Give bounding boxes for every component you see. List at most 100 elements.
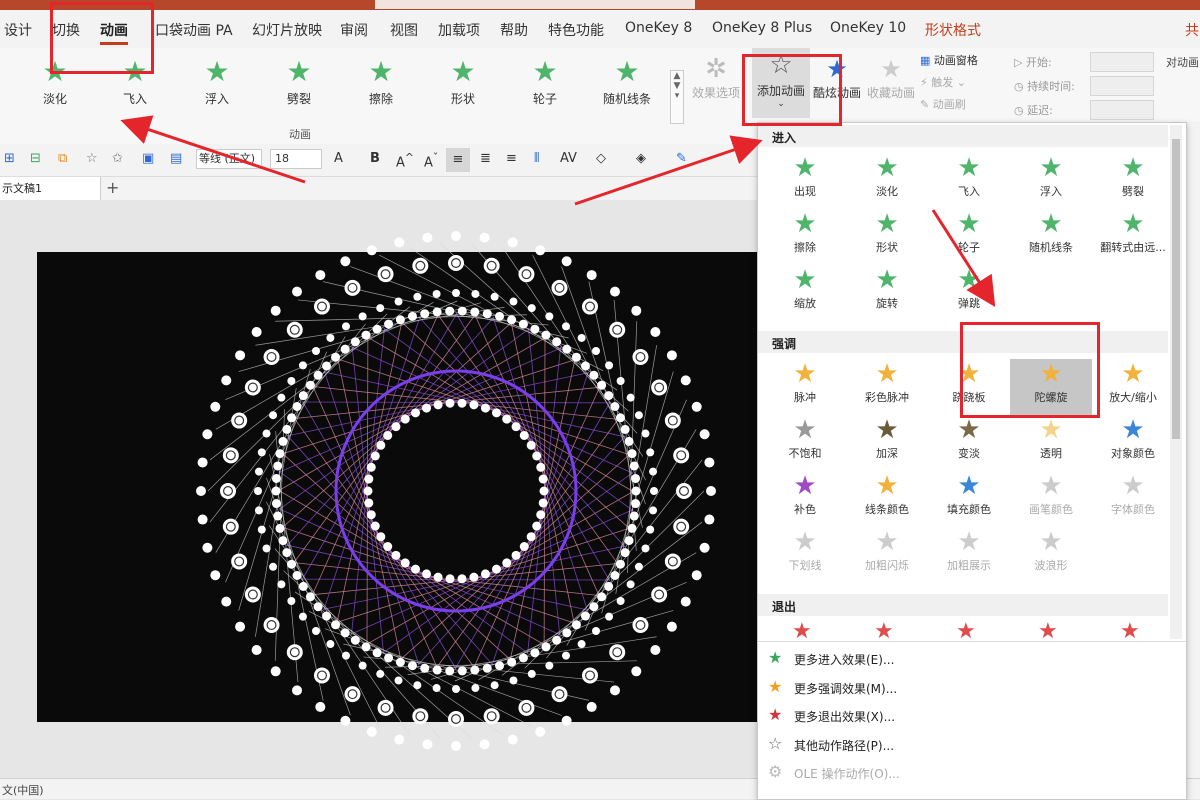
chart-icon[interactable]: ⊟ (30, 151, 41, 166)
tab-5[interactable]: 审阅 (340, 20, 368, 40)
effect-star-icon: ★ (793, 415, 817, 445)
exit-star-icon[interactable]: ★ (956, 619, 976, 639)
entrance-effect-6[interactable]: ★ 形状 (846, 209, 928, 265)
tab-13[interactable]: 形状格式 (925, 20, 981, 40)
emphasis-effect-9[interactable]: ★ 对象颜色 (1092, 415, 1174, 471)
tab-9[interactable]: 特色功能 (548, 20, 604, 40)
grow-font-icon[interactable]: A^ (396, 151, 414, 170)
emphasis-effect-12[interactable]: ★ 填充颜色 (928, 471, 1010, 527)
gallery-item-4[interactable]: ★ 擦除 (346, 56, 416, 107)
emphasis-effect-15[interactable]: ★ 下划线 (764, 527, 846, 583)
entrance-effect-4[interactable]: ★ 劈裂 (1092, 153, 1174, 209)
menu-item-3[interactable]: ☆ 其他动作路径(P)... (766, 731, 1166, 757)
exit-star-icon[interactable]: ★ (874, 619, 894, 639)
gallery-item-2[interactable]: ★ 浮入 (182, 56, 252, 107)
start-select[interactable] (1090, 52, 1154, 72)
emphasis-effect-17[interactable]: ★ 加粗展示 (928, 527, 1010, 583)
entrance-effect-10[interactable]: ★ 缩放 (764, 265, 846, 321)
tab-6[interactable]: 视图 (390, 20, 418, 40)
fill-bucket-icon[interactable]: ◈ (636, 151, 646, 166)
emphasis-effect-13[interactable]: ★ 画笔颜色 (1010, 471, 1092, 527)
tab-14[interactable]: 共 (1185, 20, 1199, 40)
shape-icon[interactable]: ⧉ (58, 151, 67, 166)
document-tab[interactable]: 示文稿1 (0, 177, 101, 200)
effect-label: 透明 (1040, 447, 1062, 460)
exit-star-icon[interactable]: ★ (792, 619, 812, 639)
emphasis-effect-18[interactable]: ★ 波浪形 (1010, 527, 1092, 583)
entrance-effect-3[interactable]: ★ 浮入 (1010, 153, 1092, 209)
entrance-effect-11[interactable]: ★ 旋转 (846, 265, 928, 321)
effect-options-button[interactable]: ✲ 效果选项 (688, 54, 744, 101)
text-box-icon[interactable]: ▣ (142, 151, 154, 166)
emphasis-effect-4[interactable]: ★ 放大/缩小 (1092, 359, 1174, 415)
emphasis-effect-6[interactable]: ★ 加深 (846, 415, 928, 471)
delay-input[interactable] (1090, 100, 1154, 120)
tab-11[interactable]: OneKey 8 Plus (712, 20, 812, 36)
star-outline-icon[interactable]: ☆ (86, 151, 98, 166)
font-family-select[interactable]: 等线 (正文) (196, 149, 262, 169)
font-size-select[interactable]: 18 (270, 149, 322, 169)
shape-style-icon[interactable]: ◇ (596, 151, 606, 166)
exit-star-icon[interactable]: ★ (1120, 619, 1140, 639)
bold-icon[interactable]: B (370, 151, 380, 166)
duration-input[interactable] (1090, 76, 1154, 96)
spirograph-artwork[interactable] (190, 225, 722, 757)
emphasis-effect-7[interactable]: ★ 变淡 (928, 415, 1010, 471)
layout-icon[interactable]: ⊞ (4, 151, 15, 166)
entrance-effect-9[interactable]: ★ 翻转式由远... (1092, 209, 1174, 265)
gallery-item-6[interactable]: ★ 轮子 (510, 56, 580, 107)
gallery-item-7[interactable]: ★ 随机线条 (592, 56, 662, 107)
gallery-item-5[interactable]: ★ 形状 (428, 56, 498, 107)
tab-3[interactable]: 口袋动画 PA (155, 20, 233, 40)
emphasis-effect-0[interactable]: ★ 脉冲 (764, 359, 846, 415)
collect-animation-button[interactable]: ★ 收藏动画 (866, 54, 916, 101)
font-color-icon[interactable]: A (334, 151, 343, 166)
emphasis-effect-1[interactable]: ★ 彩色脉冲 (846, 359, 928, 415)
effect-label: 彩色脉冲 (865, 391, 909, 404)
emphasis-title: 强调 (772, 337, 797, 351)
emphasis-effect-11[interactable]: ★ 线条颜色 (846, 471, 928, 527)
dropdown-scrollbar[interactable] (1170, 125, 1182, 639)
trigger-button[interactable]: ⚡ 触发 ⌄ (920, 74, 966, 90)
animation-pane-button[interactable]: ▦ 动画窗格 (920, 52, 978, 68)
add-tab-icon[interactable]: + (106, 178, 119, 197)
tab-12[interactable]: OneKey 10 (830, 20, 906, 36)
emphasis-effect-8[interactable]: ★ 透明 (1010, 415, 1092, 471)
menu-item-2[interactable]: ★ 更多退出效果(X)... (766, 702, 1166, 728)
emphasis-effect-14[interactable]: ★ 字体颜色 (1092, 471, 1174, 527)
emphasis-effect-5[interactable]: ★ 不饱和 (764, 415, 846, 471)
animation-brush-button[interactable]: ✎ 动画刷 (920, 96, 966, 112)
menu-item-4[interactable]: ⚙ OLE 操作动作(O)... (766, 759, 1166, 785)
pen-icon[interactable]: ✎ (676, 151, 687, 166)
gallery-scroll[interactable]: ▲ ▼ ▾ (670, 70, 684, 124)
search-box[interactable] (375, 0, 695, 9)
entrance-effect-0[interactable]: ★ 出现 (764, 153, 846, 209)
entrance-effect-7[interactable]: ★ 轮子 (928, 209, 1010, 265)
entrance-effect-1[interactable]: ★ 淡化 (846, 153, 928, 209)
tab-7[interactable]: 加载项 (438, 20, 480, 40)
shrink-font-icon[interactable]: Aˇ (424, 151, 438, 170)
entrance-effect-5[interactable]: ★ 擦除 (764, 209, 846, 265)
text-box-icon[interactable]: ▤ (170, 151, 182, 166)
tab-4[interactable]: 幻灯片放映 (252, 20, 322, 40)
menu-item-0[interactable]: ★ 更多进入效果(E)... (766, 645, 1166, 671)
entrance-effect-8[interactable]: ★ 随机线条 (1010, 209, 1092, 265)
entrance-effect-12[interactable]: ★ 弹跳 (928, 265, 1010, 321)
align-center-icon[interactable]: ≡ (446, 148, 470, 172)
emphasis-effect-10[interactable]: ★ 补色 (764, 471, 846, 527)
gallery-item-3[interactable]: ★ 劈裂 (264, 56, 334, 107)
tab-8[interactable]: 帮助 (500, 20, 528, 40)
char-spacing-icon[interactable]: AV (560, 151, 577, 166)
tab-0[interactable]: 设计 (4, 20, 32, 40)
emphasis-effect-16[interactable]: ★ 加粗闪烁 (846, 527, 928, 583)
distribute-icon[interactable]: ⫴ (534, 151, 539, 166)
justify-icon[interactable]: ≣ (480, 151, 491, 166)
star-outline-icon[interactable]: ✩ (112, 151, 123, 166)
exit-star-icon[interactable]: ★ (1038, 619, 1058, 639)
effect-options-icon: ✲ (705, 54, 727, 84)
scroll-thumb[interactable] (1172, 139, 1180, 439)
entrance-effect-2[interactable]: ★ 飞入 (928, 153, 1010, 209)
menu-item-1[interactable]: ★ 更多强调效果(M)... (766, 674, 1166, 700)
align-left-icon[interactable]: ≡ (506, 151, 517, 166)
tab-10[interactable]: OneKey 8 (625, 20, 692, 36)
